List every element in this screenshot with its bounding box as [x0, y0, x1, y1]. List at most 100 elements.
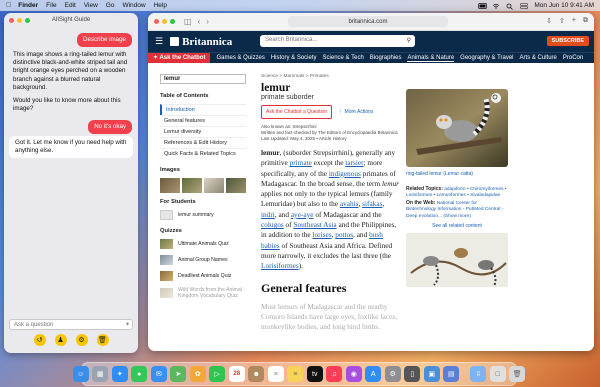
maps-icon[interactable]: ➤	[170, 366, 187, 382]
image-thumbnail[interactable]	[226, 178, 246, 193]
link-primate[interactable]: primate	[290, 158, 312, 167]
nav-procon[interactable]: ProCon	[563, 55, 583, 61]
ask-chatbot-question-button[interactable]: Ask the Chatbot a Question	[261, 105, 333, 119]
link-indri[interactable]: indri	[261, 210, 275, 219]
trash-icon[interactable]: 🗑	[509, 366, 526, 382]
menu-view[interactable]: View	[84, 2, 98, 9]
image-thumbnail[interactable]	[182, 178, 202, 193]
new-tab-icon[interactable]: +	[572, 17, 576, 25]
preview-icon[interactable]: ▣	[423, 366, 440, 382]
mail-icon[interactable]: ✉	[150, 366, 167, 382]
link-southeast-asia[interactable]: Southeast Asia	[293, 220, 336, 229]
reminders-icon[interactable]: ≡	[267, 366, 284, 382]
site-search-input[interactable]: Search Britannica... ⚲	[260, 35, 415, 47]
finder-window-icon[interactable]: □	[489, 366, 506, 382]
link-indigenous[interactable]: indigenous	[329, 169, 361, 178]
downloads-folder-icon[interactable]: ⇩	[470, 366, 487, 382]
close-window-button[interactable]	[154, 19, 159, 24]
link-tarsier[interactable]: tarsier	[345, 158, 363, 167]
sidebar-toggle-icon[interactable]: ◫	[184, 17, 192, 26]
lemur-illustration[interactable]	[406, 233, 508, 288]
lemur-photo[interactable]	[406, 89, 508, 167]
quiz-item[interactable]: Animal Group Names	[160, 255, 246, 265]
battery-icon[interactable]	[478, 2, 488, 9]
messages-icon[interactable]: ●	[131, 366, 148, 382]
link-lorises[interactable]: lorises	[312, 230, 331, 239]
search-icon[interactable]	[506, 3, 514, 10]
quiz-item[interactable]: Deadliest Animals Quiz	[160, 271, 246, 281]
contacts-icon[interactable]: ☻	[248, 366, 265, 382]
quiz-item[interactable]: Wild Words from the Animal Kingdom Vocab…	[160, 287, 246, 299]
toc-item-introduction[interactable]: Introduction	[160, 104, 246, 115]
link-pottos[interactable]: pottos	[335, 230, 353, 239]
finder-icon[interactable]: ☺	[72, 366, 89, 382]
apple-menu-icon[interactable]: 	[6, 2, 11, 9]
settings-icon[interactable]: ⚙	[384, 366, 401, 382]
toc-item-quick-facts[interactable]: Quick Facts & Related Topics	[160, 148, 246, 159]
more-actions-button[interactable]: ⋮ More Actions	[338, 109, 373, 115]
britannica-logo[interactable]: Britannica	[170, 36, 232, 48]
safari-icon[interactable]: ✦	[111, 366, 128, 382]
control-center-icon[interactable]	[520, 2, 529, 9]
menu-window[interactable]: Window	[122, 2, 145, 9]
subscribe-button[interactable]: SUBSCRIBE	[546, 36, 589, 46]
music-icon[interactable]: ♫	[326, 366, 343, 382]
facetime-icon[interactable]: ▷	[209, 366, 226, 382]
nav-history-society[interactable]: History & Society	[271, 55, 317, 61]
menu-clock[interactable]: Mon Jun 10 9:41 AM	[534, 2, 594, 9]
ask-chatbot-button[interactable]: ✦ Ask the Chatbot	[148, 53, 211, 63]
nav-games-quizzes[interactable]: Games & Quizzes	[216, 55, 264, 61]
link-lorisiformes[interactable]: Lorisiformes	[261, 261, 299, 270]
nav-arts-culture[interactable]: Arts & Culture	[520, 55, 557, 61]
tab-overview-icon[interactable]: ⧉	[583, 17, 588, 25]
keynote-icon[interactable]: ▤	[443, 366, 460, 382]
download-icon[interactable]: ⇩	[546, 17, 552, 25]
url-bar[interactable]: britannica.com	[288, 16, 448, 27]
toc-item-references[interactable]: References & Edit History	[160, 137, 246, 148]
photos-icon[interactable]: ✿	[189, 366, 206, 382]
link-aye-aye[interactable]: aye-aye	[291, 210, 314, 219]
notes-icon[interactable]: ≡	[287, 366, 304, 382]
image-caption[interactable]: ring-tailed lemur (Lemur catta)	[406, 171, 508, 177]
link-avahis[interactable]: avahis	[340, 199, 359, 208]
article-search-field[interactable]: lemur	[160, 74, 246, 84]
settings-icon[interactable]: ⚙	[75, 334, 88, 346]
iphone-mirroring-icon[interactable]: ▯	[404, 366, 421, 382]
student-item[interactable]: lemur summary	[160, 210, 246, 220]
see-all-related-link[interactable]: See all related content	[406, 223, 508, 229]
mic-icon[interactable]: ✦	[125, 321, 130, 328]
podcasts-icon[interactable]: ◉	[345, 366, 362, 382]
menu-file[interactable]: File	[46, 2, 56, 9]
toc-item-general-features[interactable]: General features	[160, 115, 246, 126]
share-icon[interactable]: ⇧	[559, 17, 565, 25]
accessibility-icon[interactable]: ♟	[54, 334, 67, 346]
trash-icon[interactable]: 🗑	[96, 334, 109, 346]
link-sifakas[interactable]: sifakas	[362, 199, 382, 208]
nav-geography-travel[interactable]: Geography & Travel	[460, 55, 513, 61]
link-colugos[interactable]: colugos	[261, 220, 284, 229]
minimize-window-button[interactable]	[162, 19, 167, 24]
history-icon[interactable]: ↺	[33, 334, 46, 346]
wifi-icon[interactable]	[492, 3, 500, 9]
calendar-icon[interactable]: 28	[228, 366, 245, 382]
forward-icon[interactable]: ›	[206, 17, 209, 26]
menu-go[interactable]: Go	[106, 2, 115, 9]
menu-app-name[interactable]: Finder	[18, 2, 38, 9]
nav-animals-nature[interactable]: Animals & Nature	[407, 55, 455, 62]
ask-question-input[interactable]	[9, 319, 133, 330]
search-icon[interactable]: ⚲	[407, 37, 411, 44]
menu-help[interactable]: Help	[154, 2, 167, 9]
launchpad-icon[interactable]: ▦	[92, 366, 109, 382]
nav-science-tech[interactable]: Science & Tech	[323, 55, 364, 61]
nav-biographies[interactable]: Biographies	[370, 55, 402, 61]
back-icon[interactable]: ‹	[198, 17, 201, 26]
hamburger-menu-icon[interactable]: ☰	[155, 36, 163, 47]
image-thumbnail[interactable]	[160, 178, 180, 193]
quiz-item[interactable]: Ultimate Animals Quiz	[160, 239, 246, 249]
zoom-window-button[interactable]	[170, 19, 175, 24]
image-thumbnail[interactable]	[204, 178, 224, 193]
breadcrumb[interactable]: Science > Mammals > Primates	[261, 74, 399, 79]
appstore-icon[interactable]: A	[365, 366, 382, 382]
menu-edit[interactable]: Edit	[65, 2, 76, 9]
appletv-icon[interactable]: tv	[306, 366, 323, 382]
